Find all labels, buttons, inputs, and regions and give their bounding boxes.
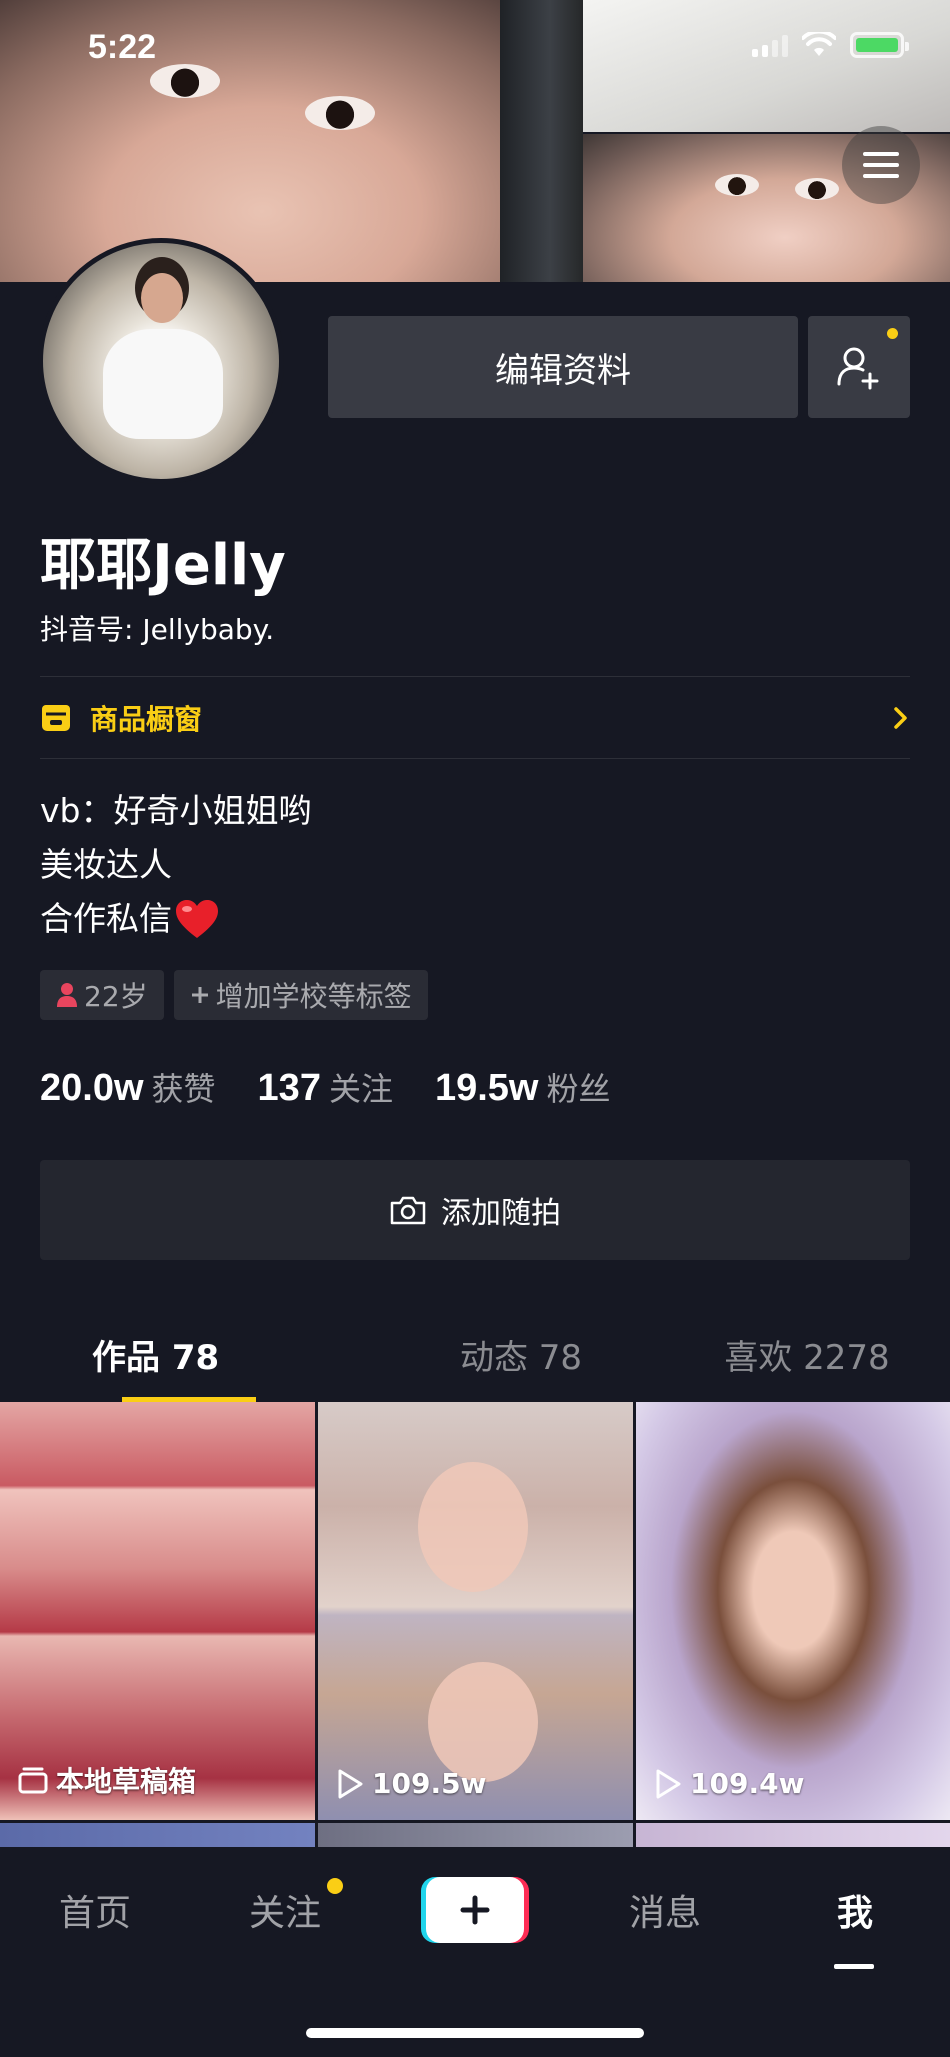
cover-eye [305,96,375,130]
nav-home[interactable]: 首页 [0,1884,190,1936]
video-thumbnail[interactable]: 109.4w [636,1402,950,1820]
drafts-overlay: 本地草稿箱 [18,1760,196,1800]
tab-works[interactable]: 作品 78 [0,1310,378,1402]
notification-dot [327,1878,343,1894]
cover-photo-middle [500,0,583,282]
camera-icon [390,1196,426,1225]
chevron-right-icon [894,707,907,729]
nav-me[interactable]: 我 [760,1884,950,1936]
bio-line: vb：好奇小姐姐哟 [40,791,312,830]
add-snap-button[interactable]: 添加随拍 [40,1160,910,1260]
cover-eye [150,64,220,98]
person-icon [57,983,77,1007]
plus-icon [460,1895,490,1925]
profile-stats: 20.0w 获赞 137 关注 19.5w 粉丝 [40,1064,611,1110]
nav-follow[interactable]: 关注 [190,1878,380,1936]
add-friend-icon [837,347,879,390]
shop-window-row[interactable]: 商品橱窗 [40,698,910,738]
avatar[interactable] [38,238,284,484]
video-thumbnail[interactable] [0,1823,315,1847]
add-school-tag[interactable]: 增加学校等标签 [173,970,428,1020]
battery-icon [850,32,909,58]
hamburger-icon [863,152,899,156]
wifi-icon [802,32,836,56]
video-thumbnail-drafts[interactable]: 本地草稿箱 [0,1402,315,1820]
play-icon [656,1769,681,1798]
drafts-icon [18,1767,48,1794]
age-tag[interactable]: 22岁 [40,970,164,1020]
tab-moments[interactable]: 动态 78 [378,1310,664,1402]
create-video-button[interactable] [380,1877,570,1943]
video-thumbnail[interactable] [636,1823,950,1847]
notification-dot [887,328,898,339]
bottom-nav: 首页 关注 消息 我 [0,1848,950,2057]
play-count: 109.5w [336,1767,486,1800]
douyin-id[interactable]: 抖音号: Jellybaby. [40,608,274,648]
bio: vb：好奇小姐姐哟 美妆达人 合作私信 [40,784,311,946]
content-tabs: 作品 78 动态 78 喜欢 2278 [0,1310,950,1402]
nav-active-indicator [834,1964,874,1969]
menu-button[interactable] [842,126,920,204]
shop-label: 商品橱窗 [90,703,203,736]
bio-line: 合作私信 [40,892,311,946]
tab-likes[interactable]: 喜欢 2278 [664,1310,950,1402]
divider [40,758,910,759]
bio-line: 美妆达人 [40,845,172,884]
divider [40,676,910,677]
status-icons [752,32,909,58]
nav-messages[interactable]: 消息 [570,1884,760,1936]
signal-icon [752,33,788,57]
followers-stat[interactable]: 19.5w 粉丝 [435,1064,611,1110]
cover-eye [795,178,839,200]
add-friend-button[interactable] [808,316,910,418]
status-time: 5:22 [88,28,157,66]
home-indicator [306,2028,644,2038]
play-count: 109.4w [654,1767,804,1800]
edit-profile-button[interactable]: 编辑资料 [328,316,798,418]
video-grid: 本地草稿箱 109.5w 109.4w [0,1402,950,1847]
video-thumbnail[interactable]: 109.5w [318,1402,633,1820]
play-icon [338,1769,363,1798]
following-stat[interactable]: 137 关注 [258,1064,393,1110]
profile-name: 耶耶Jelly [40,533,286,598]
likes-stat[interactable]: 20.0w 获赞 [40,1064,216,1110]
cover-photo-top-right [583,0,950,132]
heart-icon [176,900,218,938]
profile-tags: 22岁 增加学校等标签 [40,970,428,1020]
shop-icon [42,705,70,731]
plus-icon [191,987,208,1003]
cover-eye [715,174,759,196]
video-thumbnail[interactable] [318,1823,633,1847]
